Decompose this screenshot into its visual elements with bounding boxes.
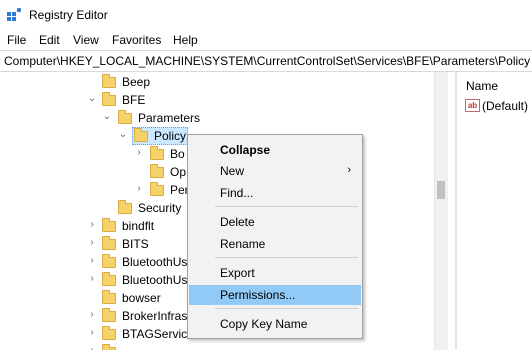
folder-icon (102, 236, 116, 250)
menu-help[interactable]: Help (173, 33, 198, 47)
chevron-right-icon[interactable]: › (87, 273, 97, 284)
registry-editor-icon (7, 8, 21, 21)
menu-item-label: New (220, 164, 245, 178)
window-title: Registry Editor (29, 8, 108, 22)
tree-item-label: Per (170, 183, 189, 197)
menu-item-label: Delete (220, 215, 255, 229)
value-default[interactable]: (Default) (482, 99, 528, 113)
tree-item-label: Op (170, 165, 187, 179)
tree-scrollbar-thumb[interactable] (437, 181, 445, 199)
folder-open-icon (134, 128, 148, 142)
column-header-name[interactable]: Name (466, 79, 498, 93)
menu-item-copy-key-name[interactable]: Copy Key Name (189, 314, 361, 334)
menu-bar: File Edit View Favorites Help (0, 30, 532, 50)
title-bar: Registry Editor (0, 0, 532, 30)
folder-icon (102, 254, 116, 268)
tree-item-parameters[interactable]: ⌄ Parameters (0, 109, 430, 127)
chevron-down-icon[interactable]: ⌄ (118, 129, 128, 140)
chevron-right-icon[interactable]: › (134, 147, 144, 158)
tree-item-label: bowser (122, 291, 161, 305)
folder-icon (102, 290, 116, 304)
menu-item-collapse[interactable]: Collapse (189, 140, 361, 160)
string-value-icon: ab (465, 99, 480, 112)
tree-item-label: Bo (170, 147, 185, 161)
menu-item-label: Rename (220, 237, 266, 251)
menu-item-export[interactable]: Export (189, 263, 361, 283)
tree-item-label: BluetoothUs (122, 255, 188, 269)
tree-item-label: BTAGService (122, 327, 194, 341)
folder-icon (118, 110, 132, 124)
tree-item-partial[interactable]: › (0, 343, 430, 350)
tree-item-label: BITS (122, 237, 149, 251)
values-pane[interactable]: Name ab (Default) (457, 72, 532, 350)
tree-item-label: Beep (122, 75, 151, 89)
menu-item-new[interactable]: New › (189, 161, 361, 181)
folder-icon (102, 92, 116, 106)
tree-item-label: Security (138, 201, 182, 215)
chevron-right-icon[interactable]: › (87, 219, 97, 230)
menu-favorites[interactable]: Favorites (112, 33, 161, 47)
folder-icon (102, 308, 116, 322)
menu-item-label: Find... (220, 186, 254, 200)
tree-item-label: BluetoothUs (122, 273, 188, 287)
menu-separator (215, 257, 358, 258)
menu-item-label: Permissions... (220, 288, 296, 302)
folder-icon (118, 200, 132, 214)
chevron-right-icon[interactable]: › (87, 345, 97, 350)
tree-item-beep[interactable]: Beep (0, 73, 430, 91)
tree-scrollbar[interactable] (434, 72, 448, 350)
tree-item-label: BrokerInfras (122, 309, 188, 323)
chevron-right-icon[interactable]: › (134, 183, 144, 194)
menu-item-delete[interactable]: Delete (189, 212, 361, 232)
menu-item-permissions[interactable]: Permissions... (189, 285, 361, 305)
chevron-down-icon[interactable]: ⌄ (87, 93, 97, 104)
folder-icon (150, 146, 164, 160)
folder-icon (102, 218, 116, 232)
menu-view[interactable]: View (73, 33, 99, 47)
folder-icon (102, 74, 116, 88)
folder-icon (102, 326, 116, 340)
menu-item-label: Export (220, 266, 255, 280)
submenu-arrow-icon: › (347, 164, 351, 176)
chevron-down-icon[interactable]: ⌄ (102, 111, 112, 122)
menu-item-find[interactable]: Find... (189, 183, 361, 203)
menu-file[interactable]: File (7, 33, 26, 47)
chevron-right-icon[interactable]: › (87, 237, 97, 248)
menu-item-label: Copy Key Name (220, 317, 308, 331)
tree-item-label: Policy (154, 129, 187, 143)
menu-separator (215, 308, 358, 309)
folder-icon (150, 182, 164, 196)
menu-item-label: Collapse (220, 143, 271, 157)
tree-item-label: bindflt (122, 219, 155, 233)
tree-item-label: Parameters (138, 111, 201, 125)
menu-edit[interactable]: Edit (39, 33, 60, 47)
folder-icon (102, 272, 116, 286)
menu-item-rename[interactable]: Rename (189, 234, 361, 254)
chevron-right-icon[interactable]: › (87, 255, 97, 266)
menu-separator (215, 206, 358, 207)
tree-item-label: BFE (122, 93, 146, 107)
address-bar[interactable]: Computer\HKEY_LOCAL_MACHINE\SYSTEM\Curre… (0, 50, 532, 72)
chevron-right-icon[interactable]: › (87, 327, 97, 338)
folder-icon (150, 164, 164, 178)
context-menu: Collapse New › Find... Delete Rename Exp… (187, 134, 363, 339)
address-path[interactable]: Computer\HKEY_LOCAL_MACHINE\SYSTEM\Curre… (4, 54, 530, 68)
chevron-right-icon[interactable]: › (87, 309, 97, 320)
tree-item-bfe[interactable]: ⌄ BFE (0, 91, 430, 109)
